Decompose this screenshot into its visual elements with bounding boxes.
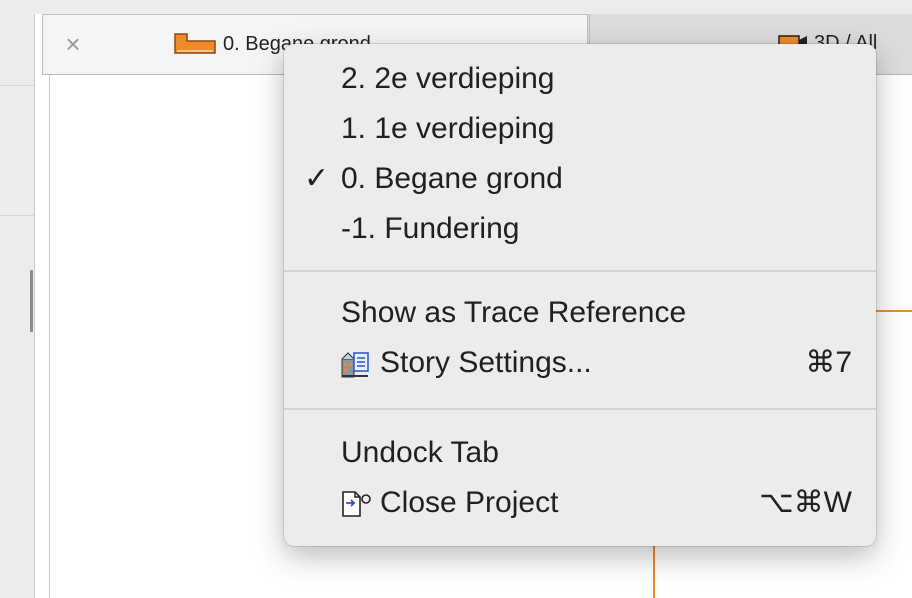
left-divider	[0, 85, 34, 86]
menu-item-story-0[interactable]: ✓ 0. Begane grond	[284, 154, 876, 204]
menu-item-label: Close Project	[380, 486, 559, 519]
menu-item-label: Show as Trace Reference	[341, 296, 687, 329]
guide-line	[874, 310, 912, 312]
menu-item-label: Story Settings...	[380, 346, 592, 379]
menu-item-label: 2. 2e verdieping	[341, 62, 555, 95]
menu-item-story-settings[interactable]: Story Settings... ⌘7	[284, 338, 876, 388]
menu-item-label: 0. Begane grond	[341, 162, 563, 195]
menu-item-story-minus-1[interactable]: -1. Fundering	[284, 204, 876, 254]
menu-item-label: 1. 1e verdieping	[341, 112, 555, 145]
context-menu: 2. 2e verdieping 1. 1e verdieping ✓ 0. B…	[284, 44, 876, 546]
close-tab-icon[interactable]: ×	[61, 31, 85, 57]
menu-item-trace-reference[interactable]: Show as Trace Reference	[284, 288, 876, 338]
menu-item-story-2[interactable]: 2. 2e verdieping	[284, 54, 876, 104]
checkmark-icon: ✓	[304, 162, 330, 195]
story-settings-icon	[341, 352, 369, 378]
left-panel-strip	[0, 0, 35, 598]
menu-shortcut: ⌥⌘W	[759, 486, 852, 519]
menu-separator	[284, 408, 876, 410]
menu-item-label: Undock Tab	[341, 436, 499, 469]
menu-item-label: -1. Fundering	[341, 212, 520, 245]
floor-plan-icon	[174, 33, 216, 54]
menu-item-close-project[interactable]: Close Project ⌥⌘W	[284, 478, 876, 528]
window-top-edge	[34, 0, 912, 14]
menu-item-story-1[interactable]: 1. 1e verdieping	[284, 104, 876, 154]
menu-separator	[284, 270, 876, 272]
left-divider	[0, 215, 34, 216]
resize-handle[interactable]	[30, 270, 33, 332]
menu-shortcut: ⌘7	[805, 346, 852, 379]
close-project-icon	[342, 491, 371, 517]
guide-line	[653, 545, 655, 598]
menu-item-undock-tab[interactable]: Undock Tab	[284, 428, 876, 478]
left-edge	[34, 0, 35, 598]
